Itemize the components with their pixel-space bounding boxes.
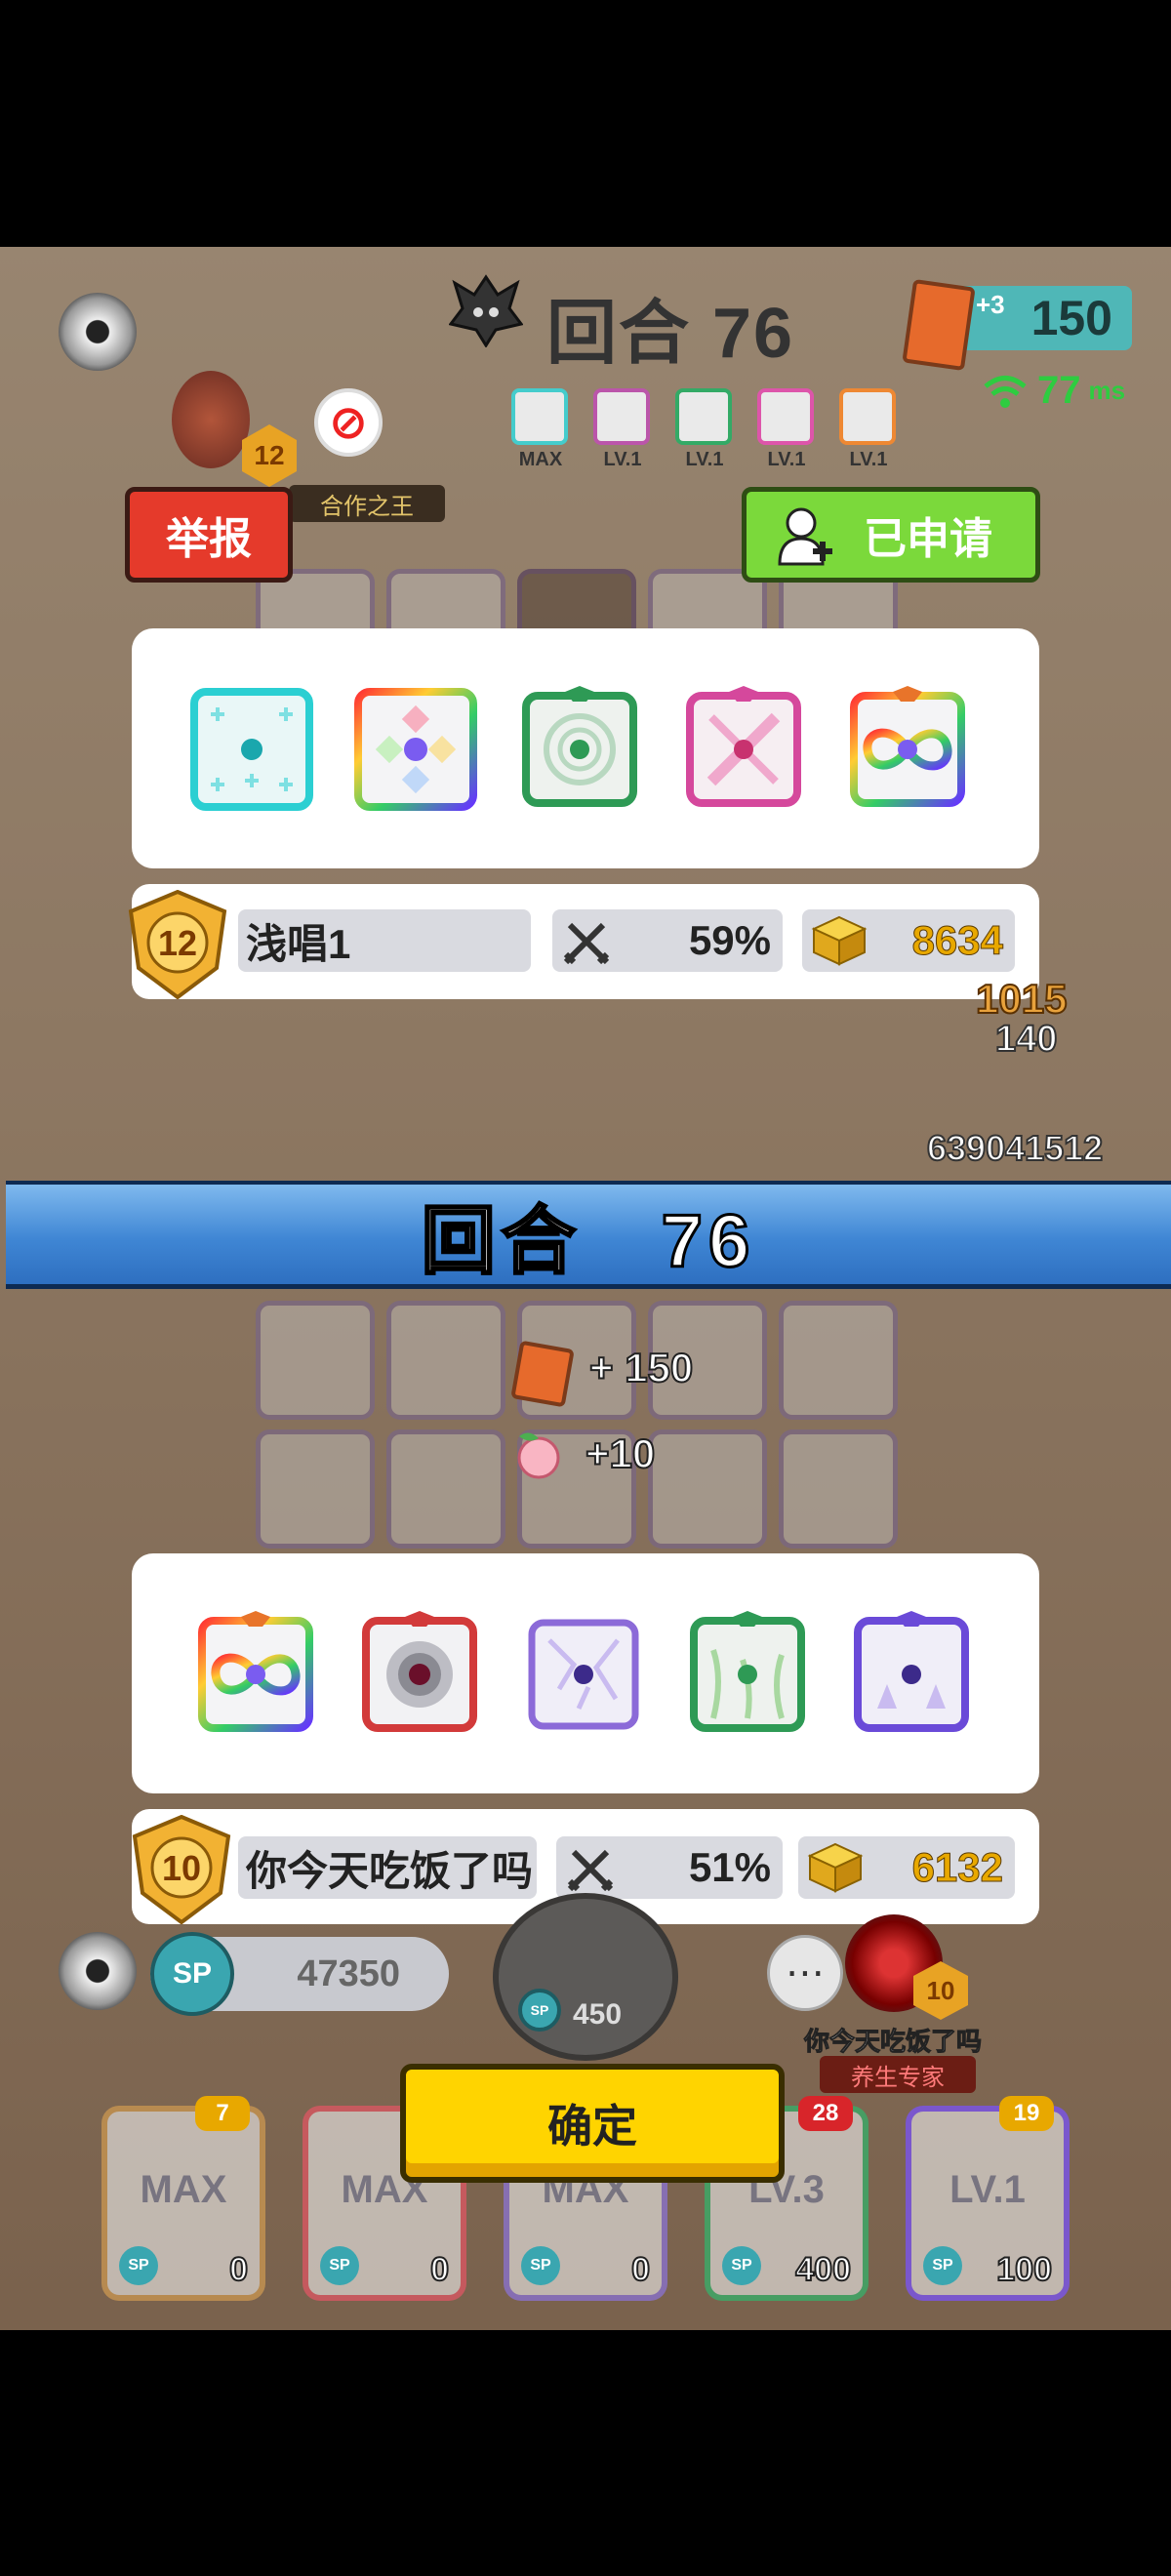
sp-icon: SP xyxy=(150,1932,234,2016)
deck-slot-5[interactable]: 19 LV.1 SP 100 xyxy=(906,2096,1070,2301)
my-portal-icon xyxy=(59,1932,137,2010)
ice-dice-icon xyxy=(190,688,313,811)
peach-icon xyxy=(517,1432,560,1479)
opponent-gold: 8634 xyxy=(802,909,1015,972)
dice-infinity[interactable] xyxy=(174,1592,338,1756)
round-banner: 回合 76 xyxy=(6,1181,1171,1289)
poison-dice-icon xyxy=(690,1611,805,1732)
opponent-dice-row xyxy=(170,667,989,831)
rainbow-dice-icon xyxy=(354,688,477,811)
dice-infinity[interactable] xyxy=(826,667,989,831)
top-black-bar xyxy=(0,0,1171,247)
opponent-title-badge: 合作之王 xyxy=(289,485,445,522)
gold-bars-icon xyxy=(807,1842,864,1893)
boss-hp: 639041512 xyxy=(926,1127,1104,1169)
sword-icon xyxy=(172,371,250,468)
block-icon[interactable]: ⊘ xyxy=(314,388,383,457)
wifi-icon xyxy=(984,375,1027,408)
my-gold: 6132 xyxy=(798,1836,1015,1899)
blackhole-dice-icon xyxy=(362,1611,477,1732)
damage-number-1: 1015 xyxy=(975,975,1068,1023)
ping-indicator: 77 ms xyxy=(981,369,1125,413)
dice-purple-spike[interactable] xyxy=(829,1592,993,1756)
ping-value: 77 xyxy=(1037,369,1081,412)
my-dice-row xyxy=(174,1592,993,1756)
dice-rainbow[interactable] xyxy=(334,667,498,831)
report-button[interactable]: 举报 xyxy=(125,487,293,583)
roll-sp-icon: SP xyxy=(518,1989,561,2032)
my-win-rate: 51% xyxy=(556,1836,783,1899)
dice-blackhole[interactable] xyxy=(338,1592,502,1756)
crack-dice-icon xyxy=(528,1619,639,1730)
dice-poison-green[interactable] xyxy=(666,1592,829,1756)
round-title: 回合 76 xyxy=(546,295,795,373)
roll-dice-button[interactable]: SP 450 xyxy=(493,1893,678,2061)
ally-name: 你今天吃饭了吗 xyxy=(803,2027,982,2057)
chat-emote-button[interactable]: ⋯ xyxy=(767,1935,843,2011)
bottom-black-bar xyxy=(0,2330,1171,2576)
infinity-dice-icon xyxy=(198,1611,313,1732)
applied-friend-button[interactable]: 已申请 xyxy=(742,487,1040,583)
opponent-upgrade-levels: MAX LV.1 LV.1 LV.1 LV.1 xyxy=(511,388,898,471)
wind-dice-icon xyxy=(522,686,637,807)
dice-sword-pink[interactable] xyxy=(662,667,826,831)
confirm-button[interactable]: 确定 xyxy=(400,2064,785,2183)
monster-icon xyxy=(449,274,523,347)
crossed-swords-icon xyxy=(563,922,610,965)
sword-dice-icon xyxy=(686,686,801,807)
my-rank-text: 10 xyxy=(162,1848,201,1888)
opponent-name: 浅唱1 xyxy=(238,909,531,972)
spike-dice-icon xyxy=(854,1611,969,1732)
infinity-dice-icon xyxy=(850,686,965,807)
dice-wind-green[interactable] xyxy=(498,667,662,831)
opponent-win-rate: 59% xyxy=(552,909,783,972)
portal-icon xyxy=(59,293,137,371)
my-name: 你今天吃饭了吗 xyxy=(238,1836,537,1899)
dice-crack-purple[interactable] xyxy=(502,1592,666,1756)
add-friend-icon xyxy=(778,507,832,566)
card-icon xyxy=(902,278,976,372)
card-reward-amount: + 150 xyxy=(588,1344,694,1391)
card-plus: +3 xyxy=(976,290,1005,319)
card-count-value: 150 xyxy=(1030,291,1112,345)
ally-title-badge: 养生专家 xyxy=(820,2056,976,2093)
gold-bars-icon xyxy=(811,915,868,966)
opponent-rank-shield: 12 xyxy=(128,890,227,999)
damage-number-2: 140 xyxy=(994,1018,1058,1061)
roll-cost: 450 xyxy=(573,1998,623,2031)
dice-ice[interactable] xyxy=(170,667,334,831)
opponent-rank-text: 12 xyxy=(158,923,197,963)
ping-unit: ms xyxy=(1088,376,1126,405)
my-rank-shield: 10 xyxy=(132,1815,231,1924)
peach-reward-amount: +10 xyxy=(585,1429,656,1477)
card-reward-icon xyxy=(510,1340,575,1408)
deck-slot-1[interactable]: 7 MAX SP 0 xyxy=(101,2096,265,2301)
crossed-swords-icon xyxy=(567,1849,614,1892)
applied-label: 已申请 xyxy=(864,515,992,563)
